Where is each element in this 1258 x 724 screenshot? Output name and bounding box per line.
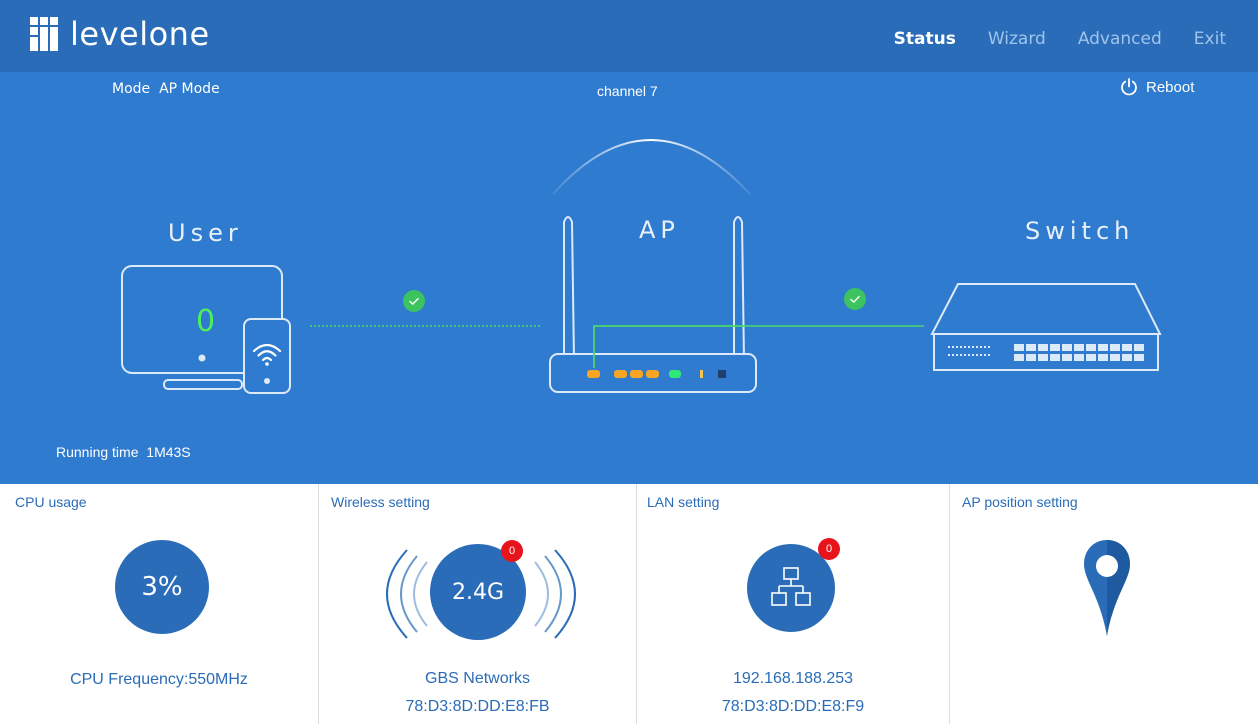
mode-label: Mode xyxy=(112,81,151,97)
wireless-panel[interactable]: Wireless setting 2.4G 0 GBS Networks 78:… xyxy=(319,484,637,724)
mode-indicator: Mode AP Mode xyxy=(112,81,220,97)
router-icon xyxy=(549,216,757,393)
brand-name: levelone xyxy=(70,15,210,53)
running-time-value: 1M43S xyxy=(146,444,191,460)
lan-mac: 78:D3:8D:DD:E8:F9 xyxy=(721,698,865,715)
nav-advanced[interactable]: Advanced xyxy=(1078,29,1162,49)
wireless-panel-title: Wireless setting xyxy=(331,494,430,510)
signal-arc xyxy=(552,139,751,195)
logo-mark-icon xyxy=(30,17,64,51)
user-count: 0 xyxy=(196,304,216,339)
reboot-button[interactable]: Reboot xyxy=(1120,78,1194,96)
mode-value: AP Mode xyxy=(159,81,220,97)
switch-icon xyxy=(930,283,1162,371)
user-device: 0 xyxy=(120,264,295,396)
position-panel[interactable]: AP position setting xyxy=(950,484,1258,724)
position-panel-title: AP position setting xyxy=(962,494,1078,510)
cpu-usage-circle: 3% xyxy=(115,540,209,634)
nav-wizard[interactable]: Wizard xyxy=(988,29,1046,49)
cpu-panel: CPU usage 3% CPU Frequency:550MHz xyxy=(0,484,319,724)
power-icon xyxy=(1121,78,1137,96)
ap-switch-link xyxy=(744,325,924,327)
channel-label: channel 7 xyxy=(597,83,658,99)
lan-panel-title: LAN setting xyxy=(647,494,720,510)
lan-panel[interactable]: LAN setting 0 192.168.188.253 78:D3:8D:D… xyxy=(637,484,950,724)
running-time-label: Running time xyxy=(56,444,139,460)
wireless-badge: 0 xyxy=(501,540,523,562)
wireless-mac: 78:D3:8D:DD:E8:FB xyxy=(405,698,550,715)
settings-panels: CPU usage 3% CPU Frequency:550MHz Wirele… xyxy=(0,484,1258,724)
top-bar: levelone Status Wizard Advanced Exit xyxy=(0,0,1258,72)
status-hero: Mode AP Mode channel 7 Reboot User AP Sw… xyxy=(0,72,1258,484)
wifi-icon xyxy=(252,343,282,366)
user-label: User xyxy=(168,219,243,247)
user-ap-link xyxy=(310,325,542,327)
check-circle-icon xyxy=(403,290,425,312)
cpu-panel-title: CPU usage xyxy=(15,494,87,510)
map-pin-icon[interactable] xyxy=(1082,538,1132,638)
main-nav: Status Wizard Advanced Exit xyxy=(894,29,1258,49)
cpu-frequency: CPU Frequency:550MHz xyxy=(70,671,248,688)
lan-ip: 192.168.188.253 xyxy=(732,670,854,687)
wireless-ssid: GBS Networks xyxy=(425,670,530,687)
nav-exit[interactable]: Exit xyxy=(1194,29,1226,49)
reboot-label: Reboot xyxy=(1146,78,1195,96)
nav-status[interactable]: Status xyxy=(894,29,956,49)
switch-label: Switch xyxy=(1025,217,1135,245)
brand-logo: levelone xyxy=(30,16,210,52)
check-circle-icon xyxy=(844,288,866,310)
running-time: Running time 1M43S xyxy=(56,444,191,460)
lan-badge: 0 xyxy=(818,538,840,560)
network-topology-icon xyxy=(771,567,811,606)
